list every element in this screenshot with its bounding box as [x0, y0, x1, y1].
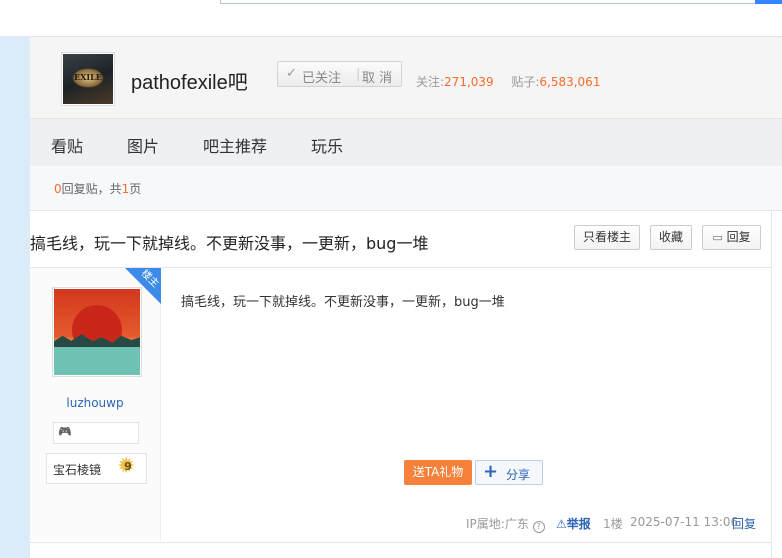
- search-input[interactable]: [220, 0, 762, 4]
- follow-button[interactable]: ✓ 已关注 | 取 消: [277, 61, 402, 87]
- nav-tab-posts[interactable]: 看贴: [51, 133, 83, 157]
- nav-tab-images[interactable]: 图片: [127, 133, 159, 157]
- avatar[interactable]: [52, 287, 142, 377]
- favorite-button[interactable]: 收藏: [650, 225, 692, 250]
- username-link[interactable]: luzhouwp: [30, 396, 160, 410]
- nav-tab-fun[interactable]: 玩乐: [311, 133, 343, 157]
- forum-nav: 看贴 图片 吧主推荐 玩乐: [30, 118, 782, 167]
- reply-link[interactable]: 回复: [732, 515, 756, 532]
- reply-count-bar: 0回复贴，共1页: [30, 166, 782, 211]
- level-star-icon: ✹ 9: [117, 454, 136, 479]
- plus-icon: +: [483, 461, 499, 482]
- comment-icon: ▭: [712, 231, 723, 244]
- check-icon: ✓: [286, 66, 297, 81]
- report-link[interactable]: ⚠举报: [556, 515, 591, 532]
- question-icon[interactable]: ?: [532, 521, 545, 533]
- followers-count: 271,039: [444, 75, 494, 89]
- floor-number: 1楼: [603, 517, 623, 531]
- only-op-button[interactable]: 只看楼主: [574, 225, 640, 250]
- warning-icon: ⚠: [556, 517, 567, 531]
- user-icon-bar: 🎮: [53, 422, 139, 444]
- share-button[interactable]: + 分享: [475, 460, 543, 485]
- post-body: 搞毛线，玩一下就掉线。不更新没事，一更新，bug一堆: [181, 295, 505, 310]
- posts-count: 6,583,061: [539, 75, 601, 89]
- forum-avatar[interactable]: EXILE: [61, 52, 115, 106]
- thread-title: 搞毛线，玩一下就掉线。不更新没事，一更新，bug一堆: [30, 234, 429, 253]
- gamepad-icon[interactable]: 🎮: [58, 426, 72, 438]
- reply-button[interactable]: ▭ 回复: [702, 225, 761, 250]
- ip-location: IP属地:广东 ?: [466, 515, 545, 533]
- send-gift-button[interactable]: 送TA礼物: [404, 460, 472, 485]
- level-name: 宝石棱镜: [53, 463, 102, 477]
- user-level[interactable]: 宝石棱镜 ✹ 9: [46, 453, 147, 484]
- reply-count: 0回复贴，共1页: [54, 182, 142, 196]
- forum-name[interactable]: pathofexile吧: [131, 66, 248, 95]
- left-sidebar-strip: [0, 36, 30, 558]
- post-time: 2025-07-11 13:06: [630, 515, 739, 529]
- forum-stats: 关注:271,039 贴子:6,583,061: [416, 75, 601, 89]
- search-button[interactable]: [755, 0, 782, 4]
- nav-tab-featured[interactable]: 吧主推荐: [203, 133, 267, 157]
- followed-label: 已关注: [302, 71, 342, 86]
- unfollow-label[interactable]: 取 消: [362, 67, 392, 86]
